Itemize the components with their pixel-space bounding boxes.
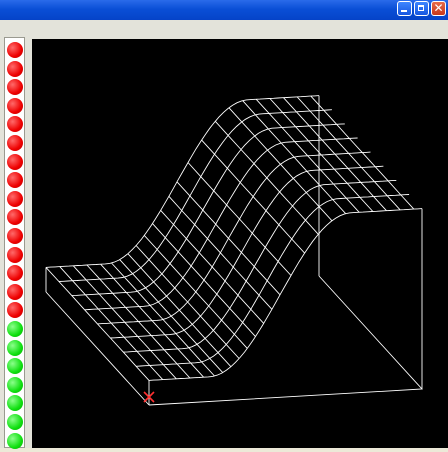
status-led-green	[7, 432, 23, 449]
status-led-green	[7, 358, 23, 375]
mesh-line	[45, 267, 150, 381]
status-led-red	[7, 283, 23, 300]
mesh-line	[84, 137, 358, 311]
status-led-red	[7, 190, 23, 207]
window-controls: ✕	[397, 1, 446, 16]
status-led-red	[7, 302, 23, 319]
status-led-green	[7, 395, 23, 412]
mesh-line	[86, 264, 191, 379]
status-led-red	[7, 42, 23, 58]
mesh-line	[176, 181, 281, 296]
mesh-line	[228, 107, 333, 222]
mesh-line	[148, 208, 423, 381]
status-led-red	[7, 97, 23, 114]
mesh-line	[296, 96, 401, 211]
title-bar[interactable]: ✕	[0, 0, 448, 20]
mesh-line	[45, 95, 320, 268]
mesh-line	[269, 98, 374, 212]
maximize-button[interactable]	[414, 1, 429, 16]
3d-viewport[interactable]	[32, 39, 448, 448]
client-area	[0, 20, 448, 449]
mesh-line	[59, 266, 164, 380]
mesh-line	[72, 265, 177, 380]
status-led-red	[7, 135, 23, 151]
mesh-line	[143, 235, 248, 349]
mesh-line	[110, 165, 384, 339]
mesh-line	[97, 151, 371, 325]
status-led-red	[7, 172, 23, 189]
mesh-line	[214, 120, 319, 235]
status-led-green	[7, 414, 23, 430]
status-led-red	[7, 79, 23, 96]
status-led-green	[7, 339, 23, 356]
mesh-line	[283, 97, 387, 212]
status-led-red	[7, 60, 23, 77]
mesh-line	[119, 259, 224, 373]
minimize-button[interactable]	[397, 1, 412, 16]
minimize-icon	[401, 10, 407, 12]
mesh-line	[111, 262, 215, 377]
close-button[interactable]: ✕	[431, 1, 446, 16]
status-led-red	[7, 246, 23, 263]
mesh-line	[168, 195, 273, 310]
mesh-line	[255, 98, 360, 213]
wireframe-mesh	[45, 95, 423, 406]
status-indicator-strip	[4, 37, 25, 449]
status-led-red	[7, 153, 23, 170]
wireframe-canvas[interactable]	[32, 39, 448, 448]
mesh-line	[58, 109, 332, 282]
status-led-red	[7, 265, 23, 282]
mesh-line	[100, 263, 204, 378]
mesh-line	[136, 194, 410, 367]
mesh-line	[71, 123, 345, 297]
mesh-line	[123, 179, 397, 353]
close-icon: ✕	[433, 1, 444, 15]
mesh-line	[187, 162, 292, 276]
maximize-icon	[418, 5, 424, 11]
status-led-red	[7, 116, 23, 133]
status-led-red	[7, 209, 23, 226]
base-edge	[148, 275, 423, 406]
mesh-line	[201, 139, 305, 254]
status-led-green	[7, 376, 23, 393]
status-led-red	[7, 228, 23, 244]
status-led-green	[7, 321, 23, 337]
